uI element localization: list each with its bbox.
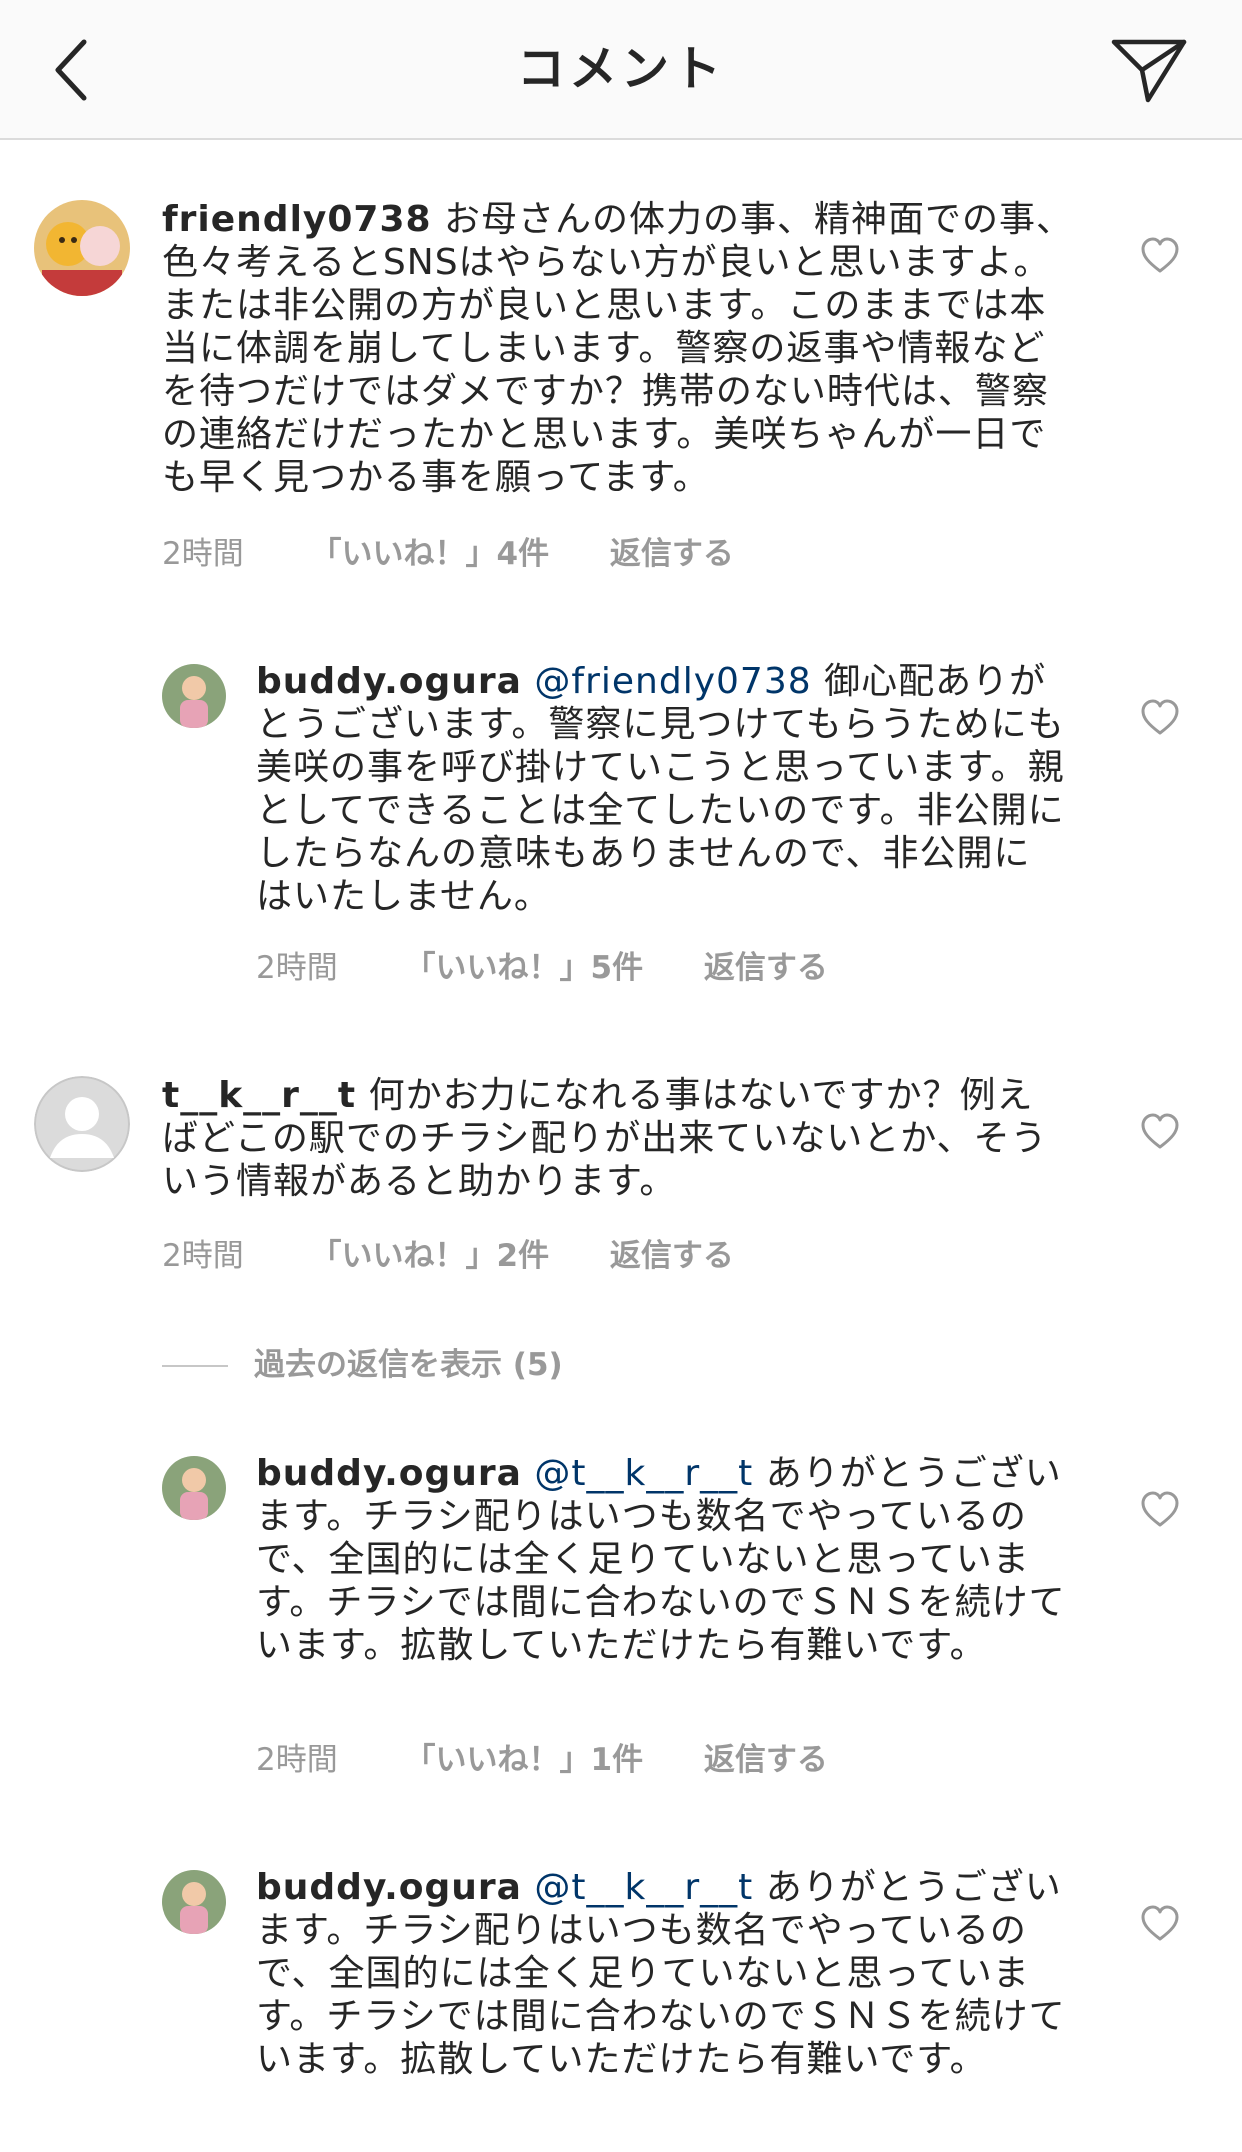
comment-username[interactable]: t__k__r__t bbox=[162, 1075, 356, 1116]
heart-icon[interactable] bbox=[1140, 236, 1180, 276]
likes-count-link[interactable]: 「いいね！」2件 bbox=[311, 1236, 550, 1276]
avatar[interactable] bbox=[162, 664, 226, 728]
heart-icon[interactable] bbox=[1140, 1490, 1180, 1530]
comment-body: お母さんの体力の事、精神面での事、色々考えるとSNSはやらない方が良いと思います… bbox=[162, 199, 1074, 498]
avatar-image bbox=[34, 200, 130, 296]
paper-plane-icon bbox=[1111, 39, 1187, 103]
likes-count-link[interactable]: 「いいね！」4件 bbox=[311, 534, 550, 574]
view-previous-replies-label: 過去の返信を表示 (5) bbox=[254, 1347, 563, 1383]
comment-time: 2時間 bbox=[162, 536, 244, 572]
comment-meta: 2時間 「いいね！」1件 返信する bbox=[256, 1740, 828, 1780]
reply-button[interactable]: 返信する bbox=[704, 1740, 828, 1780]
divider bbox=[162, 1365, 228, 1367]
avatar[interactable] bbox=[162, 1870, 226, 1934]
comment-meta: 2時間 「いいね！」4件 返信する bbox=[162, 534, 734, 574]
reply-button[interactable]: 返信する bbox=[610, 1236, 734, 1276]
likes-count-link[interactable]: 「いいね！」1件 bbox=[405, 1740, 644, 1780]
mention-link[interactable]: @t__k__r__t bbox=[534, 1453, 753, 1494]
comment-username[interactable]: buddy.ogura bbox=[256, 661, 522, 702]
header-bar: コメント bbox=[0, 0, 1242, 140]
comment-time: 2時間 bbox=[256, 1742, 338, 1778]
comment-meta: 2時間 「いいね！」2件 返信する bbox=[162, 1236, 734, 1276]
reply-button[interactable]: 返信する bbox=[704, 948, 828, 988]
page-title: コメント bbox=[516, 41, 725, 97]
heart-icon[interactable] bbox=[1140, 698, 1180, 738]
mention-link[interactable]: @friendly0738 bbox=[534, 661, 811, 702]
comment-username[interactable]: buddy.ogura bbox=[256, 1453, 522, 1494]
comment-text: buddy.ogura @t__k__r__t ありがとうございます。チラシ配り… bbox=[256, 1866, 1066, 2081]
mention-link[interactable]: @t__k__r__t bbox=[534, 1867, 753, 1908]
avatar-image bbox=[162, 1870, 226, 1934]
comment-text: friendly0738 お母さんの体力の事、精神面での事、色々考えるとSNSは… bbox=[162, 198, 1082, 499]
likes-count-link[interactable]: 「いいね！」5件 bbox=[405, 948, 644, 988]
comment-time: 2時間 bbox=[256, 950, 338, 986]
share-button[interactable] bbox=[1108, 30, 1192, 114]
avatar-image bbox=[162, 1456, 226, 1520]
comment-username[interactable]: buddy.ogura bbox=[256, 1867, 522, 1908]
reply-button[interactable]: 返信する bbox=[610, 534, 734, 574]
comment-text: t__k__r__t 何かお力になれる事はないですか？例えばどこの駅でのチラシ配… bbox=[162, 1074, 1062, 1203]
comment-text: buddy.ogura @t__k__r__t ありがとうございます。チラシ配り… bbox=[256, 1452, 1066, 1667]
avatar[interactable] bbox=[162, 1456, 226, 1520]
comment-meta: 2時間 「いいね！」5件 返信する bbox=[256, 948, 828, 988]
avatar[interactable] bbox=[34, 1076, 130, 1172]
default-avatar-icon bbox=[34, 1076, 130, 1172]
comment-username[interactable]: friendly0738 bbox=[162, 199, 432, 240]
comment-text: buddy.ogura @friendly0738 御心配ありがとうございます。… bbox=[256, 660, 1066, 918]
heart-icon[interactable] bbox=[1140, 1904, 1180, 1944]
avatar[interactable] bbox=[34, 200, 130, 296]
heart-icon[interactable] bbox=[1140, 1112, 1180, 1152]
comment-time: 2時間 bbox=[162, 1238, 244, 1274]
avatar-image bbox=[162, 664, 226, 728]
